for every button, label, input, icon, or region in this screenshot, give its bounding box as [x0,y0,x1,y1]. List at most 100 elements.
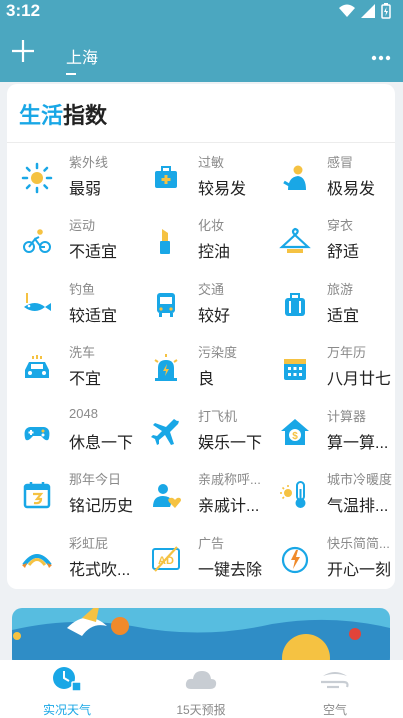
battery-icon [381,3,391,19]
card-title: 生活指数 [19,98,107,130]
index-item-travel[interactable]: 旅游 适宜 [265,275,393,335]
card-title-rest: 指数 [63,103,108,128]
index-value: 良 [198,371,215,388]
index-label: 城市冷暖度 [327,472,393,487]
airplane-icon [151,419,179,445]
index-value: 较易发 [198,181,247,198]
promo-banner[interactable] [12,608,390,668]
person-cold-icon [283,165,306,190]
status-bar: 3:12 [0,0,403,24]
app-bar: 上海 [0,30,403,80]
index-label: 洗车 [69,345,96,360]
index-value: 极易发 [327,181,376,198]
index-value: 铭记历史 [69,498,134,515]
index-item-history[interactable]: 那年今日 铭记历史 [7,465,135,525]
index-label: 彩虹屁 [69,536,109,551]
index-item-remove-ads[interactable]: AD 广告 一键去除 [136,529,264,589]
relatives-icon [153,484,181,508]
smile-icon [281,546,309,574]
index-label: 亲戚称呼... [198,472,261,487]
index-item-relatives[interactable]: 亲戚称呼... 亲戚计... [136,465,264,525]
gamepad-icon [24,427,50,441]
index-value: 一键去除 [198,562,263,579]
index-value: 开心一刻 [327,562,392,579]
index-item-pollution[interactable]: 污染度 良 [136,338,264,398]
index-item-fishing[interactable]: 钓鱼 较适宜 [7,275,135,335]
page-indicator [66,73,76,75]
index-label: 紫外线 [69,155,109,170]
index-value: 最弱 [69,181,102,198]
nav-air[interactable]: 空气 [268,664,402,718]
svg-text:$: $ [292,431,298,442]
index-label: 交通 [198,282,225,297]
index-value: 不适宜 [69,244,118,261]
calendar-icon [284,359,306,380]
nav-label: 空气 [322,703,347,717]
index-item-plane-game[interactable]: 打飞机 娱乐一下 [136,402,264,462]
sun-icon [21,162,53,194]
index-item-2048[interactable]: 2048 休息一下 [7,402,135,462]
index-value: 算一算... [327,435,389,452]
cloud-icon [185,671,217,689]
bus-icon [157,293,175,317]
index-item-jokes[interactable]: 快乐简简... 开心一刻 [265,529,393,589]
status-time: 3:12 [6,1,41,20]
index-item-traffic[interactable]: 交通 较好 [136,275,264,335]
index-label: 运动 [69,218,96,233]
nav-live-weather[interactable]: 实况天气 [0,664,134,718]
index-label: 穿衣 [327,218,354,233]
nav-label: 15天预报 [176,703,226,717]
index-label: 万年历 [327,345,367,360]
index-value: 不宜 [69,371,102,388]
index-label: 钓鱼 [69,282,96,297]
more-dots-icon [371,55,391,61]
card-title-accent: 生活 [19,103,64,128]
thermometer-icon [280,481,306,508]
index-value: 娱乐一下 [198,435,263,452]
bottom-navigation: 实况天气 15天预报 空气 [0,660,403,718]
index-value: 花式吹... [69,562,131,579]
divider [7,142,395,143]
index-value: 亲戚计... [198,498,260,515]
index-item-cold[interactable]: 感冒 极易发 [265,148,393,208]
index-item-city-temp[interactable]: 城市冷暖度 气温排... [265,465,393,525]
nav-15-day-forecast[interactable]: 15天预报 [134,664,268,718]
nav-label: 实况天气 [42,703,91,717]
index-value: 八月廿七 [327,371,392,388]
index-label: 快乐简简... [327,536,390,551]
index-item-uv[interactable]: 紫外线 最弱 [7,148,135,208]
luggage-icon [285,293,305,316]
calculator-house-icon: $ [281,419,309,445]
medical-kit-icon [155,166,177,188]
hanger-icon [279,227,311,253]
wind-icon [321,672,349,689]
index-item-rainbow[interactable]: 彩虹屁 花式吹... [7,529,135,589]
index-label: 感冒 [327,155,354,170]
index-item-calculator[interactable]: $ 计算器 算一算... [265,402,393,462]
index-item-calendar[interactable]: 万年历 八月廿七 [265,338,393,398]
index-label: 污染度 [198,345,238,360]
index-value: 较好 [198,308,231,325]
index-label: 2048 [69,406,98,421]
index-label: 广告 [198,536,225,551]
rainbow-icon [22,554,52,568]
index-item-clothing[interactable]: 穿衣 舒适 [265,211,393,271]
index-item-allergy[interactable]: 过敏 较易发 [136,148,264,208]
add-city-button[interactable] [8,36,38,66]
alarm-icon [154,354,178,381]
index-label: 化妆 [198,218,225,233]
index-item-carwash[interactable]: 洗车 不宜 [7,338,135,398]
index-value: 舒适 [327,244,360,261]
index-item-makeup[interactable]: 化妆 控油 [136,211,264,271]
index-item-sport[interactable]: 运动 不适宜 [7,211,135,271]
wifi-icon [339,4,355,17]
more-menu-button[interactable] [371,44,391,67]
car-icon [25,355,49,378]
index-value: 控油 [198,244,231,261]
index-label: 过敏 [198,155,225,170]
plus-icon [12,40,34,62]
city-tab[interactable]: 上海 [66,44,98,68]
index-value: 休息一下 [69,435,134,452]
status-icons [339,3,391,19]
index-value: 适宜 [327,308,360,325]
